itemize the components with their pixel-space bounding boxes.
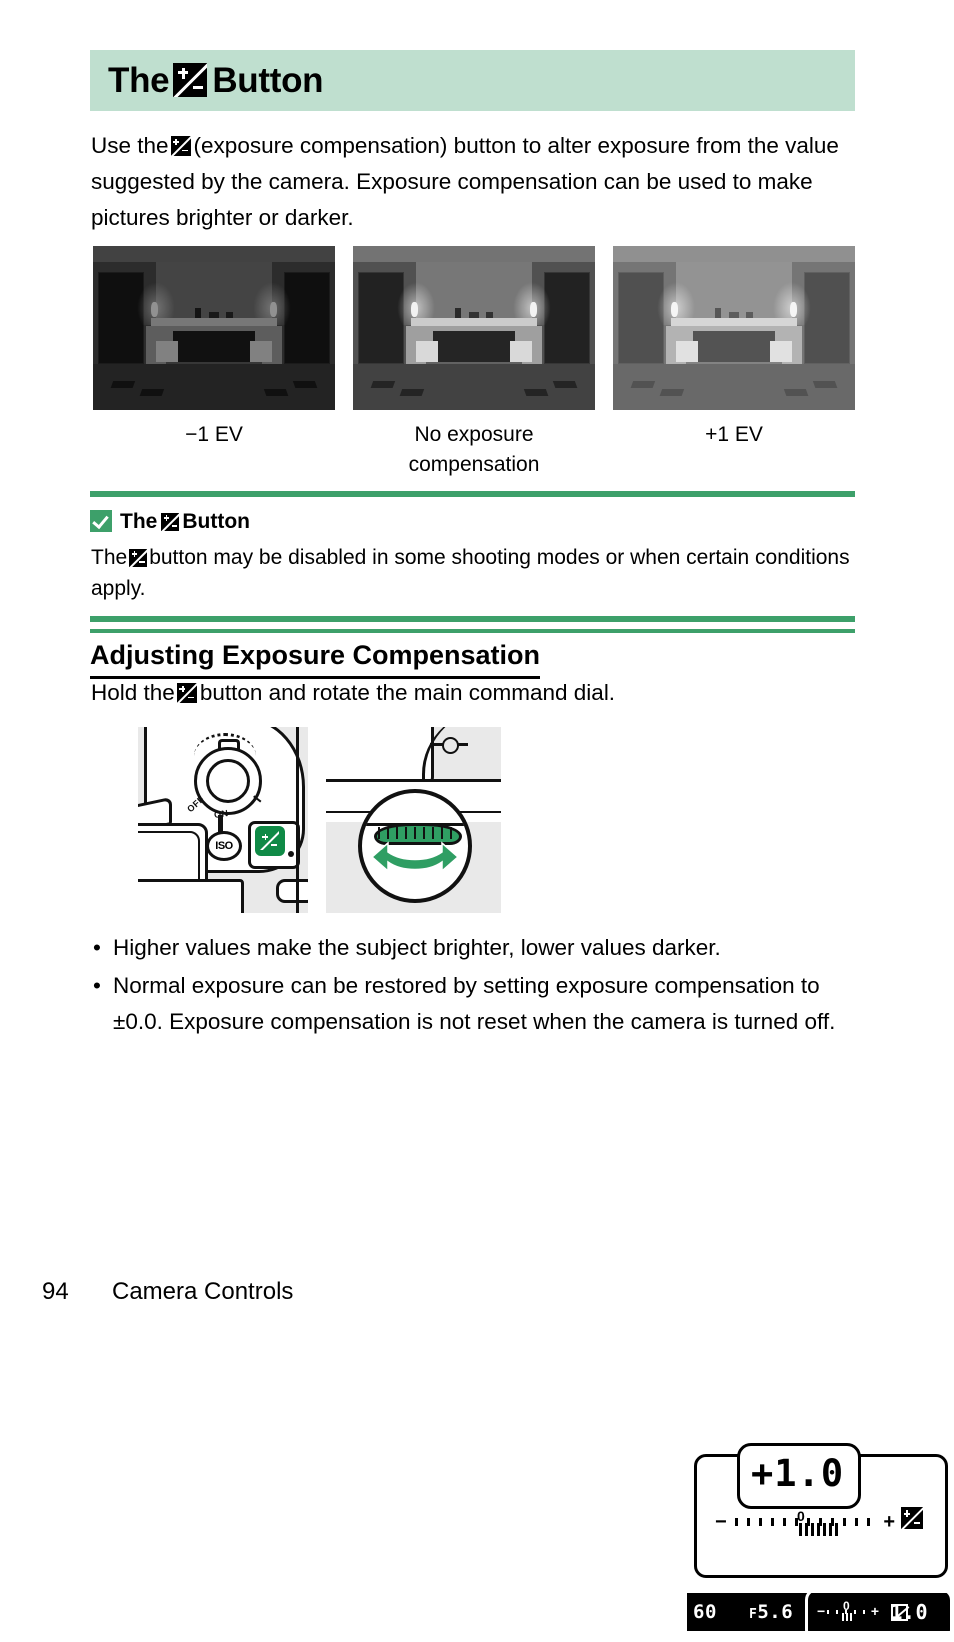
bullet-list: Higher values make the subject brighter,… (91, 930, 861, 1042)
note-top-rule (90, 491, 855, 497)
photo-plus-1ev (613, 246, 855, 410)
exposure-compensation-icon (173, 62, 208, 97)
exposure-compensation-icon (170, 135, 191, 156)
exposure-indicator-scale: − 0 + (715, 1508, 895, 1537)
note-body-part2: button may be disabled in some shooting … (91, 546, 850, 600)
photo-caption: −1 EV (185, 423, 243, 446)
viewfinder-display: 60 F5.6 − 0 + 1.0 (687, 1588, 953, 1642)
exposure-compensation-icon (129, 548, 148, 567)
example-cell-minus: −1 EV (93, 246, 335, 480)
footer-section-name: Camera Controls (112, 1278, 294, 1305)
photo-minus-1ev (93, 246, 335, 410)
example-photo-row: −1 EV No exposure compensation +1 EV (93, 246, 855, 480)
camera-rear-panel-outline (326, 727, 434, 787)
scale-zero-label: 0 (843, 1599, 850, 1613)
viewfinder-exposure-scale: − 0 + (817, 1599, 879, 1622)
example-cell-plus: +1 EV (613, 246, 855, 480)
intro-paragraph: Use the (exposure compensation) button to… (91, 128, 861, 236)
scale-plus-label: + (883, 1511, 895, 1533)
rotate-arrow-icon (370, 841, 460, 873)
command-dial-illustration (326, 727, 501, 913)
focal-plane-mark-icon (430, 737, 468, 754)
note-title-before: The (120, 510, 158, 533)
list-item: Higher values make the subject brighter,… (91, 930, 861, 966)
section-heading: Adjusting Exposure Compensation (90, 637, 541, 679)
button-dot-marker (288, 851, 294, 857)
viewfinder-shutter-speed: 60 (693, 1601, 717, 1623)
scale-minus-label: − (715, 1511, 727, 1533)
exposure-compensation-icon (260, 831, 279, 850)
scale-filled-bars (799, 1523, 839, 1536)
page-title-text-after: Button (212, 61, 324, 100)
viewfinder-compensation-value: 1.0 (890, 1600, 928, 1624)
photo-caption: +1 EV (705, 423, 763, 446)
section-lead-part2: button and rotate the main command dial. (199, 680, 616, 705)
camera-right-edge (296, 727, 308, 913)
note-title: The Button (90, 508, 250, 536)
scale-minus-label: − (817, 1603, 826, 1619)
note-title-after: Button (182, 510, 250, 533)
section-lead-part1: Hold the (91, 680, 175, 705)
exposure-compensation-icon (176, 682, 197, 703)
list-item: Normal exposure can be restored by setti… (91, 968, 861, 1040)
page-title: The Button (108, 58, 324, 104)
intro-text-part2: (exposure compensation) button to alter … (91, 133, 839, 230)
shutter-release-button (206, 759, 250, 803)
section-top-rule (90, 629, 855, 633)
note-bottom-rule (90, 616, 855, 622)
photo-caption: No exposure compensation (408, 423, 540, 476)
note-body-part1: The (91, 546, 128, 569)
exposure-compensation-icon (901, 1507, 923, 1529)
scale-zero-label: 0 (797, 1508, 805, 1524)
example-cell-zero: No exposure compensation (353, 246, 595, 480)
check-mark-icon (90, 510, 112, 532)
note-body: The button may be disabled in some shooti… (91, 542, 859, 604)
scale-filled-bars (842, 1613, 854, 1621)
section-lead-text: Hold the button and rotate the main comma… (91, 676, 615, 710)
exposure-compensation-value: +1.0 (751, 1452, 845, 1495)
photo-no-compensation (353, 246, 595, 410)
aperture-value: 5.6 (757, 1601, 794, 1623)
camera-lcd-outline (138, 879, 244, 913)
page-title-text-before: The (108, 61, 170, 100)
magnified-dial-callout (358, 789, 472, 903)
manual-page: The Button Use the (exposure compensation)… (0, 0, 954, 1642)
exposure-compensation-button-highlight (255, 826, 285, 856)
scale-plus-label: + (870, 1603, 879, 1619)
iso-button: ISO (206, 831, 242, 861)
camera-top-illustration: OFF ON ISO (138, 727, 308, 913)
page-number: 94 (42, 1278, 69, 1305)
control-panel-display: +1.0 − 0 + (694, 1443, 948, 1578)
exposure-compensation-icon (161, 512, 180, 531)
viewfinder-aperture: F5.6 (749, 1593, 793, 1634)
aperture-prefix: F (749, 1607, 758, 1622)
page-footer: 94 Camera Controls (42, 1276, 293, 1308)
intro-text-part1: Use the (91, 133, 169, 158)
